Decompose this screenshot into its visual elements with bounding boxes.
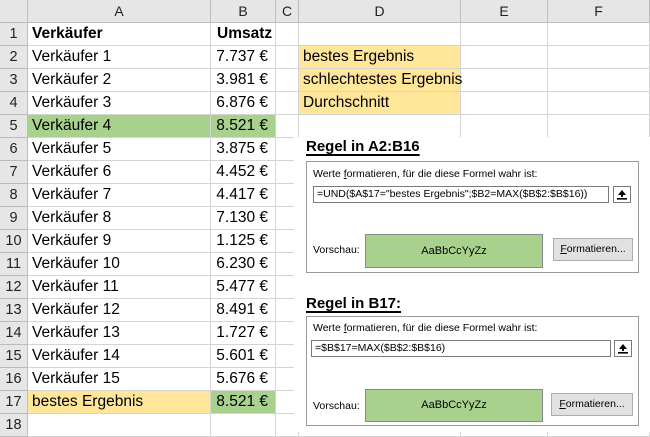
row-header-11[interactable]: 11	[0, 253, 28, 276]
row-header-9[interactable]: 9	[0, 207, 28, 230]
row-header-4[interactable]: 4	[0, 92, 28, 115]
row-header-16[interactable]: 16	[0, 368, 28, 391]
select-all-corner[interactable]	[0, 0, 28, 23]
rule2-preview-box: AaBbCcYyZz	[365, 389, 543, 422]
cell[interactable]	[461, 46, 548, 69]
row-header-2[interactable]: 2	[0, 46, 28, 69]
row-header-17[interactable]: 17	[0, 391, 28, 414]
seller-sales-cell[interactable]: 5.477 €	[211, 276, 276, 299]
row-header-10[interactable]: 10	[0, 230, 28, 253]
row-header-12[interactable]: 12	[0, 276, 28, 299]
row-header-15[interactable]: 15	[0, 345, 28, 368]
cell[interactable]	[276, 23, 299, 46]
cell-a17[interactable]: bestes Ergebnis	[28, 391, 211, 414]
row-header-5[interactable]: 5	[0, 115, 28, 138]
seller-name-cell[interactable]: Verkäufer 6	[28, 161, 211, 184]
rule2-title: Regel in B17:	[306, 295, 402, 312]
cell[interactable]	[461, 115, 548, 138]
rule2-dialog: Werte formatieren, für die diese Formel …	[306, 316, 639, 426]
cell[interactable]	[276, 115, 299, 138]
seller-name-cell[interactable]: Verkäufer 10	[28, 253, 211, 276]
cell[interactable]	[211, 414, 276, 437]
cell-b17[interactable]: 8.521 €	[211, 391, 276, 414]
cell[interactable]	[276, 46, 299, 69]
row-header-13[interactable]: 13	[0, 299, 28, 322]
collapse-dialog-icon[interactable]	[613, 186, 631, 203]
seller-sales-cell[interactable]: 3.875 €	[211, 138, 276, 161]
seller-name-cell[interactable]: Verkäufer 14	[28, 345, 211, 368]
cell[interactable]	[548, 69, 650, 92]
rule2-format-button[interactable]: Formatieren...	[551, 393, 633, 416]
column-header-c[interactable]: C	[276, 0, 299, 23]
cell[interactable]	[299, 23, 461, 46]
seller-sales-cell[interactable]: 5.676 €	[211, 368, 276, 391]
row-header-7[interactable]: 7	[0, 161, 28, 184]
seller-name-cell[interactable]: Verkäufer 9	[28, 230, 211, 253]
cell[interactable]	[276, 92, 299, 115]
cell[interactable]	[461, 69, 548, 92]
seller-sales-cell[interactable]: 7.130 €	[211, 207, 276, 230]
seller-sales-cell[interactable]: 6.876 €	[211, 92, 276, 115]
rule1-preview-label: Vorschau:	[313, 244, 360, 256]
cell[interactable]	[548, 23, 650, 46]
cell-b1[interactable]: Umsatz	[211, 23, 276, 46]
cell[interactable]	[461, 23, 548, 46]
column-header-e[interactable]: E	[461, 0, 548, 23]
seller-name-cell[interactable]: Verkäufer 7	[28, 184, 211, 207]
rule2-formula-input[interactable]: =$B$17=MAX($B$2:$B$16)	[311, 340, 611, 357]
seller-sales-cell[interactable]: 6.230 €	[211, 253, 276, 276]
rule1-formula-input[interactable]: =UND($A$17="bestes Ergebnis";$B2=MAX($B$…	[313, 186, 609, 203]
seller-name-cell[interactable]: Verkäufer 12	[28, 299, 211, 322]
row-header-3[interactable]: 3	[0, 69, 28, 92]
column-header-d[interactable]: D	[299, 0, 461, 23]
option-cell[interactable]: Durchschnitt	[299, 92, 461, 115]
cell[interactable]	[276, 69, 299, 92]
column-header-f[interactable]: F	[548, 0, 650, 23]
seller-sales-cell[interactable]: 8.491 €	[211, 299, 276, 322]
seller-name-cell[interactable]: Verkäufer 2	[28, 69, 211, 92]
seller-sales-cell[interactable]: 3.981 €	[211, 69, 276, 92]
seller-sales-cell[interactable]: 1.125 €	[211, 230, 276, 253]
seller-sales-cell[interactable]: 4.417 €	[211, 184, 276, 207]
collapse-dialog-icon[interactable]	[614, 340, 632, 357]
seller-sales-cell[interactable]: 7.737 €	[211, 46, 276, 69]
rule1-title: Regel in A2:B16	[306, 138, 420, 155]
option-cell[interactable]: bestes Ergebnis	[299, 46, 461, 69]
rule1-dialog: Werte formatieren, für die diese Formel …	[306, 161, 639, 273]
seller-name-cell[interactable]: Verkäufer 5	[28, 138, 211, 161]
column-header-a[interactable]: A	[28, 0, 211, 23]
rule1-preview-box: AaBbCcYyZz	[365, 234, 543, 268]
option-cell[interactable]: schlechtestes Ergebnis	[299, 69, 462, 92]
seller-name-cell[interactable]: Verkäufer 3	[28, 92, 211, 115]
rule1-formula-label: Werte formatieren, für die diese Formel …	[313, 168, 538, 180]
seller-name-cell[interactable]: Verkäufer 11	[28, 276, 211, 299]
cell-a1[interactable]: Verkäufer	[28, 23, 211, 46]
cell[interactable]	[461, 92, 548, 115]
rule2-formula-label: Werte formatieren, für die diese Formel …	[313, 322, 538, 334]
seller-name-cell[interactable]: Verkäufer 13	[28, 322, 211, 345]
cell[interactable]	[299, 115, 461, 138]
row-header-8[interactable]: 8	[0, 184, 28, 207]
seller-name-cell[interactable]: Verkäufer 8	[28, 207, 211, 230]
cell[interactable]	[548, 115, 650, 138]
seller-sales-cell[interactable]: 8.521 €	[211, 115, 276, 138]
rule2-preview-label: Vorschau:	[313, 400, 360, 412]
seller-name-cell[interactable]: Verkäufer 1	[28, 46, 211, 69]
seller-sales-cell[interactable]: 4.452 €	[211, 161, 276, 184]
seller-name-cell[interactable]: Verkäufer 4	[28, 115, 211, 138]
row-header-6[interactable]: 6	[0, 138, 28, 161]
row-header-1[interactable]: 1	[0, 23, 28, 46]
cell[interactable]	[548, 92, 650, 115]
column-header-b[interactable]: B	[211, 0, 276, 23]
row-header-18[interactable]: 18	[0, 414, 28, 437]
row-header-14[interactable]: 14	[0, 322, 28, 345]
cell[interactable]	[28, 414, 211, 437]
rule1-format-button[interactable]: Formatieren...	[553, 238, 633, 261]
cell[interactable]	[548, 46, 650, 69]
seller-name-cell[interactable]: Verkäufer 15	[28, 368, 211, 391]
seller-sales-cell[interactable]: 5.601 €	[211, 345, 276, 368]
seller-sales-cell[interactable]: 1.727 €	[211, 322, 276, 345]
